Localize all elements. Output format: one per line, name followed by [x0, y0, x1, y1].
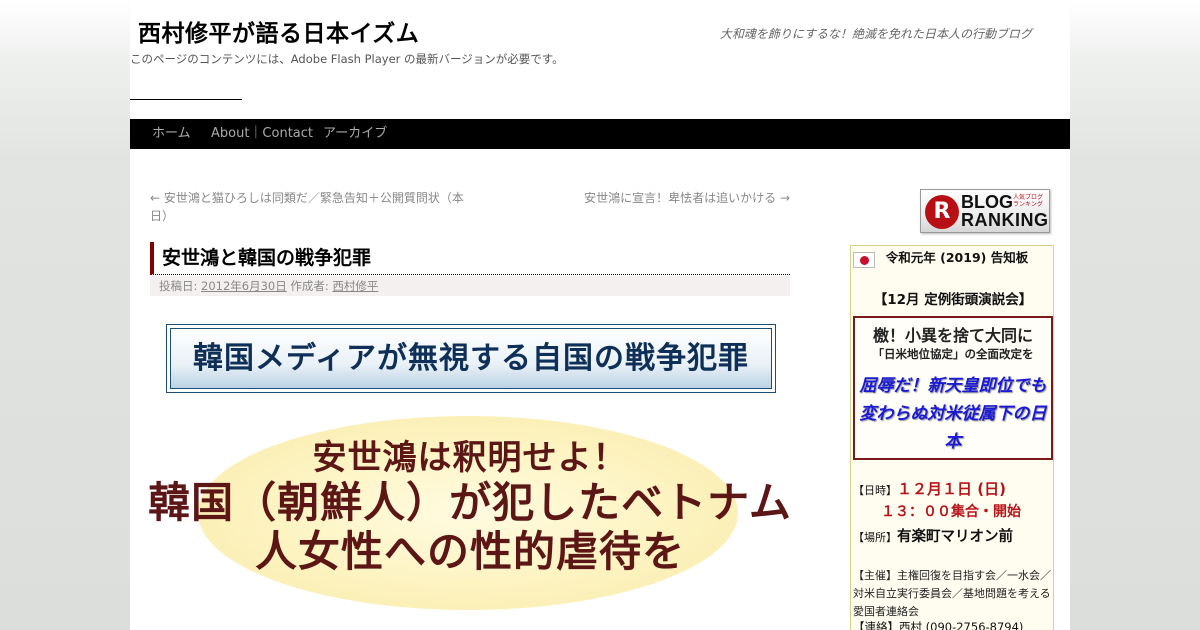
- slogan-main: 檄！小異を捨て大同に: [872, 326, 1033, 345]
- date-label: 【日時】: [853, 484, 897, 497]
- place-value: 有楽町マリオン前: [897, 529, 1013, 545]
- notice-board: 令和元年 (2019) 告知板 【12月 定例街頭演説会】 檄！小異を捨て大同に…: [850, 245, 1054, 630]
- time-value: １３：００集合・開始: [881, 504, 1021, 520]
- demand-subheading: 韓国（朝鮮人）が犯したベトナム人女性への性的虐待を: [148, 478, 792, 576]
- contact-text: 【連絡】西村 (090-2756-8794): [853, 620, 1024, 630]
- next-post-link[interactable]: 安世鴻に宣言！卑怯者は追いかける →: [584, 189, 790, 207]
- slogan-emphasis: 屈辱だ！新天皇即位でも変わらぬ対米従属下の日本: [859, 376, 1047, 452]
- ranking-ranking-text: RANKING: [961, 210, 1049, 230]
- headline-text: 韓国メディアが無視する自国の戦争犯罪: [170, 328, 772, 389]
- demand-heading: 安世鴻は釈明せよ！: [312, 438, 628, 478]
- meta-posted-prefix: 投稿日:: [159, 279, 198, 293]
- organizers-text: 【主催】主権回復を目指す会／一水会／対米自立実行委員会／基地問題を考える愛国者連…: [853, 569, 1051, 618]
- flash-notice: このページのコンテンツには、Adobe Flash Player の最新バージョ…: [130, 52, 564, 66]
- ranking-small-text: 人気ブログランキング: [1013, 194, 1044, 208]
- site-description: 大和魂を飾りにするな！絶滅を免れた日本人の行動ブログ: [719, 27, 1032, 41]
- entry-title: 安世鴻と韓国の戦争犯罪: [150, 242, 790, 275]
- speech-event-title: 【12月 定例街頭演説会】: [873, 292, 1033, 308]
- meta-author-prefix: 作成者:: [290, 279, 329, 293]
- date-value: １２月１日 (日): [897, 480, 1006, 498]
- menu-item-home[interactable]: ホーム: [152, 119, 191, 149]
- japan-flag-icon: [853, 252, 875, 268]
- headline-banner: 韓国メディアが無視する自国の戦争犯罪: [166, 324, 776, 393]
- notice-title: 令和元年 (2019) 告知板: [885, 250, 1029, 265]
- event-time-row: １３：００集合・開始: [881, 501, 1021, 521]
- place-label: 【場所】: [853, 531, 897, 544]
- meta-author-link[interactable]: 西村修平: [332, 279, 378, 293]
- page-wrapper: 西村修平が語る日本イズム 大和魂を飾りにするな！絶滅を免れた日本人の行動ブログ …: [130, 0, 1070, 630]
- meta-date-link[interactable]: 2012年6月30日: [201, 279, 287, 293]
- header-divider: [130, 99, 242, 100]
- ranking-r-icon: R: [925, 195, 959, 229]
- main-menu: ホーム About｜Contact アーカイブ: [130, 119, 1070, 149]
- speech-slogan-box: 檄！小異を捨て大同に 「日米地位協定」の全面改定を 屈辱だ！新天皇即位でも変わら…: [853, 316, 1053, 460]
- site-title[interactable]: 西村修平が語る日本イズム: [138, 14, 419, 48]
- event-place-row: 【場所】有楽町マリオン前: [853, 525, 1013, 546]
- slogan-sub: 「日米地位協定」の全面改定を: [872, 347, 1034, 361]
- menu-item-about[interactable]: About｜Contact: [211, 119, 313, 149]
- entry-meta: 投稿日: 2012年6月30日 作成者: 西村修平: [150, 276, 790, 296]
- previous-post-link[interactable]: ← 安世鴻と猫ひろしは同類だ／緊急告知＋公開質問状（本日）: [150, 189, 470, 225]
- blog-ranking-banner[interactable]: R BLOG 人気ブログランキング RANKING: [920, 189, 1050, 233]
- event-date-row: 【日時】１２月１日 (日): [853, 478, 1006, 499]
- menu-item-archive[interactable]: アーカイブ: [323, 119, 387, 149]
